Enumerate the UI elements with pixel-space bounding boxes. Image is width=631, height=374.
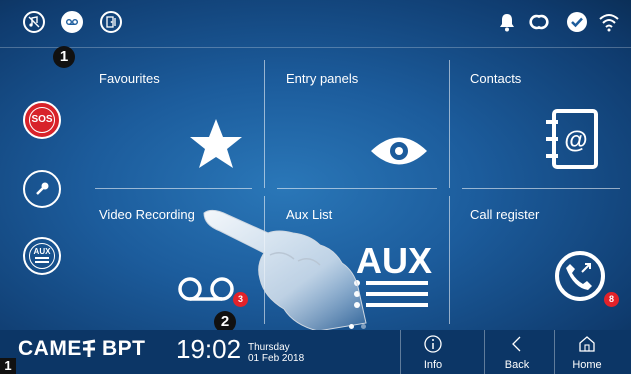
pager-dot-active[interactable] (349, 324, 354, 329)
chevron-left-icon (512, 336, 521, 352)
grid-divider (95, 188, 252, 189)
info-label: Info (423, 359, 443, 371)
microphone-button[interactable] (23, 170, 61, 208)
grid-divider (449, 196, 450, 324)
sos-icon: SOS (29, 107, 55, 133)
aux-button[interactable]: AUX (23, 237, 61, 275)
loop-icon (528, 13, 550, 36)
info-icon (424, 335, 442, 353)
tile-call-register[interactable]: Call register 8 (464, 200, 624, 326)
tile-contacts[interactable]: Contacts @ (464, 64, 624, 186)
tile-label: Video Recording (99, 207, 195, 222)
grid-divider (264, 60, 265, 188)
tile-label: Entry panels (286, 71, 359, 86)
info-button[interactable]: Info (400, 330, 465, 374)
call-register-icon (555, 251, 605, 301)
brand-logo-icon (82, 339, 96, 357)
status-bar (0, 0, 631, 47)
door-lock-icon[interactable] (100, 11, 122, 33)
brand-bpt: BPT (102, 337, 146, 360)
svg-text:@: @ (564, 127, 587, 154)
grid-divider (277, 188, 437, 189)
status-bar-divider (0, 47, 631, 48)
star-icon (190, 119, 242, 168)
address-book-icon: @ (546, 109, 598, 169)
back-button[interactable]: Back (484, 330, 549, 374)
bottom-bar: CAME BPT 19:02 Thursday 01 Feb 2018 Info… (0, 330, 631, 374)
callout-marker-1: 1 (53, 46, 75, 68)
grid-divider (462, 188, 620, 189)
brand-came: CAME (18, 337, 82, 360)
grid-divider (449, 60, 450, 188)
sos-button[interactable]: SOS (23, 101, 61, 139)
clock-date: Thursday 01 Feb 2018 (248, 342, 304, 364)
corner-marker: 1 (0, 358, 16, 374)
tile-entry-panels[interactable]: Entry panels (280, 64, 448, 186)
tile-favourites[interactable]: Favourites (93, 64, 263, 186)
home-button[interactable]: Home (554, 330, 619, 374)
home-label: Home (572, 359, 602, 371)
clock-time: 19:02 (176, 334, 242, 364)
check-icon (567, 12, 587, 32)
wifi-icon (598, 12, 620, 37)
no-doorbell-sound-icon[interactable] (23, 11, 45, 33)
clock-day: Thursday (248, 342, 290, 353)
tile-label: Contacts (470, 71, 522, 86)
call-register-badge: 8 (604, 292, 619, 307)
clock-date-value: 01 Feb 2018 (248, 353, 305, 364)
aux-icon: AUX (29, 243, 55, 269)
tile-label: Call register (470, 207, 540, 222)
tile-label: Favourites (99, 71, 160, 86)
microphone-icon (36, 182, 49, 195)
back-label: Back (504, 359, 530, 371)
intercom-screen: 1 SOS AUX Favourites Entry panels Contac… (0, 0, 631, 374)
voicemail-icon[interactable] (61, 11, 83, 33)
home-icon (579, 336, 595, 352)
eye-icon (371, 137, 427, 165)
bell-icon (498, 12, 516, 37)
pager-dot[interactable] (361, 324, 366, 329)
